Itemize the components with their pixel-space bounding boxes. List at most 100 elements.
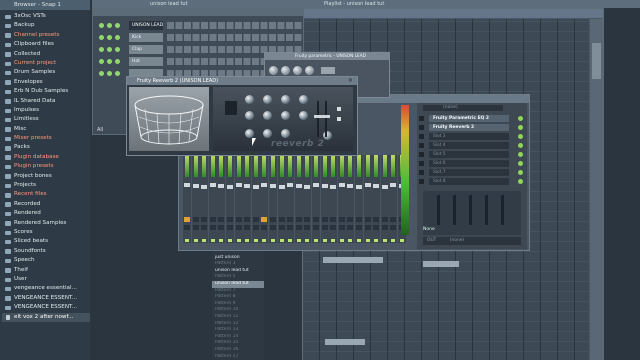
solo-button[interactable] (192, 225, 199, 230)
pattern-item[interactable]: Pattern 15 (212, 340, 264, 347)
browser-item[interactable]: Rendered Samples (2, 219, 90, 228)
slot-enable-led[interactable] (518, 116, 523, 121)
slot-menu-button[interactable] (419, 152, 424, 157)
browser-item[interactable]: Impulses (2, 106, 90, 115)
volume-fader[interactable] (278, 185, 285, 189)
mixer-strip[interactable] (191, 155, 200, 243)
volume-fader[interactable] (261, 183, 268, 187)
volume-fader[interactable] (373, 184, 380, 188)
browser-item[interactable]: Plugin presets (2, 162, 90, 171)
mute-button[interactable] (330, 217, 337, 222)
browser-item[interactable]: VENGEANCE ESSENT... (2, 303, 90, 312)
channel-row[interactable]: UNISON LEAD (99, 21, 303, 30)
channel-rack-title-bar[interactable] (93, 9, 303, 16)
playlist-scrollbar[interactable] (590, 19, 603, 360)
preset-slot[interactable] (321, 67, 335, 74)
solo-button[interactable] (295, 225, 302, 230)
pattern-item[interactable]: Pattern 11 (212, 314, 264, 321)
mixer-input-none[interactable]: None (423, 227, 435, 232)
solo-button[interactable] (184, 225, 190, 230)
mute-button[interactable] (287, 217, 294, 222)
solo-button[interactable] (304, 225, 311, 230)
effect-slot[interactable]: Slot 4 (419, 142, 523, 149)
reverb-fader[interactable] (322, 101, 330, 137)
volume-fader[interactable] (192, 184, 199, 188)
channel-led[interactable] (107, 23, 112, 28)
mute-button[interactable] (390, 217, 397, 222)
effect-slot[interactable]: Slot 5 (419, 151, 523, 158)
channel-led[interactable] (107, 71, 112, 76)
solo-button[interactable] (356, 225, 362, 230)
browser-item[interactable]: Mixer presets (2, 134, 90, 143)
mute-button[interactable] (278, 217, 285, 222)
channel-row[interactable]: Kick (99, 33, 303, 42)
channel-led[interactable] (115, 47, 120, 52)
channel-led[interactable] (107, 47, 112, 52)
browser-item[interactable]: Erb N Dub Samples (2, 87, 90, 96)
slot-enable-led[interactable] (518, 170, 523, 175)
slot-menu-button[interactable] (419, 125, 424, 130)
volume-fader[interactable] (347, 184, 354, 188)
mixer-strip[interactable] (294, 155, 303, 243)
mute-button[interactable] (381, 217, 388, 222)
channel-led[interactable] (115, 35, 120, 40)
browser-item[interactable]: Collected (2, 50, 90, 59)
slot-menu-button[interactable] (419, 161, 424, 166)
slot-menu-button[interactable] (419, 179, 424, 184)
playlist-title-bar[interactable] (303, 9, 603, 18)
slot-enable-led[interactable] (518, 161, 523, 166)
mute-button[interactable] (244, 217, 251, 222)
solo-button[interactable] (338, 225, 345, 230)
mute-button[interactable] (356, 217, 362, 222)
playlist-clip[interactable] (423, 261, 459, 267)
mute-button[interactable] (304, 217, 311, 222)
knob[interactable] (305, 66, 314, 75)
mute-button[interactable] (235, 217, 242, 222)
mixer-strip[interactable] (200, 155, 209, 243)
channel-led[interactable] (99, 71, 104, 76)
volume-fader[interactable] (295, 184, 302, 188)
reverb-toggle[interactable] (337, 117, 341, 121)
mute-button[interactable] (201, 217, 208, 222)
reverb-knob[interactable] (263, 129, 272, 138)
mixer-strip[interactable] (243, 155, 252, 243)
browser-item[interactable]: Project bones (2, 172, 90, 181)
volume-fader[interactable] (356, 185, 362, 189)
volume-fader[interactable] (270, 184, 276, 188)
solo-button[interactable] (201, 225, 208, 230)
channel-led[interactable] (115, 71, 120, 76)
scrollbar-thumb[interactable] (592, 43, 601, 79)
browser-item[interactable]: Recorded (2, 200, 90, 209)
browser-item[interactable]: Sliced beats (2, 237, 90, 246)
mute-button[interactable] (373, 217, 380, 222)
eq-fader[interactable] (453, 195, 456, 225)
mixer-strip[interactable] (286, 155, 295, 243)
mixer-eq-section[interactable] (423, 191, 521, 235)
slot-enable-led[interactable] (518, 152, 523, 157)
browser-item[interactable]: Speech (2, 256, 90, 265)
volume-fader[interactable] (244, 184, 251, 188)
browser-item[interactable]: Current project (2, 59, 90, 68)
browser-item[interactable]: Recent files (2, 190, 90, 199)
effect-slot[interactable]: Slot 6 (419, 160, 523, 167)
eq-fader[interactable] (469, 195, 472, 225)
mute-button[interactable] (252, 217, 259, 222)
volume-fader[interactable] (364, 183, 371, 187)
volume-fader[interactable] (218, 184, 225, 188)
volume-fader[interactable] (313, 183, 319, 187)
channel-led[interactable] (115, 23, 120, 28)
solo-button[interactable] (227, 225, 233, 230)
volume-fader[interactable] (381, 185, 388, 189)
solo-button[interactable] (270, 225, 276, 230)
mixer-output-selector[interactable]: OUT (none) (423, 237, 521, 245)
browser-item[interactable]: Drum Samples (2, 68, 90, 77)
solo-button[interactable] (390, 225, 397, 230)
mixer-strip[interactable] (183, 155, 191, 243)
reverb-toggle[interactable] (337, 107, 341, 111)
knob[interactable] (293, 66, 302, 75)
pattern-item[interactable]: unison lead tut (212, 268, 264, 275)
eq-fader[interactable] (501, 195, 504, 225)
mixer-strip[interactable] (312, 155, 320, 243)
mixer-strip[interactable] (208, 155, 217, 243)
browser-item[interactable]: Soundfonts (2, 247, 90, 256)
